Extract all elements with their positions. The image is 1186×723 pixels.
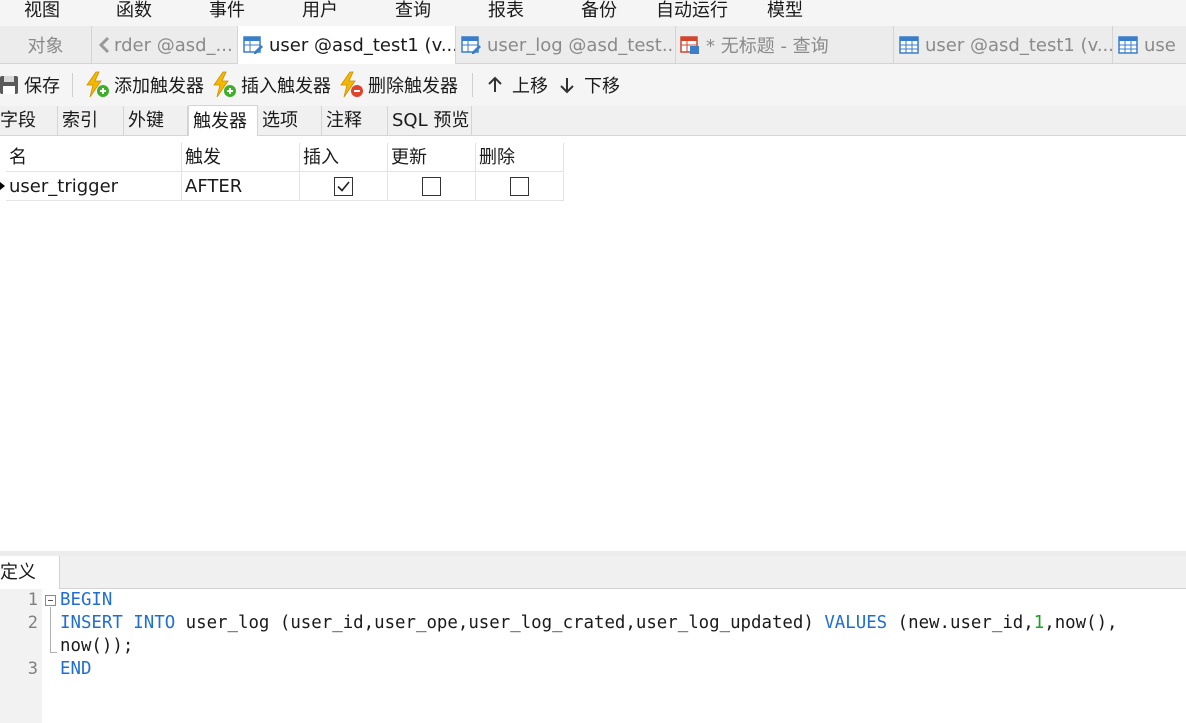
toolbar-divider (472, 73, 473, 97)
tab-untitled-query-label: * 无标题 - 查询 (706, 36, 829, 57)
menu-functions[interactable]: 函数 (116, 0, 152, 22)
tab-untitled-query[interactable]: * 无标题 - 查询 (676, 26, 894, 64)
fold-collapse-icon[interactable] (45, 595, 56, 606)
table-icon (899, 36, 919, 54)
column-header-timing[interactable]: 触发 (182, 143, 300, 172)
column-header-delete[interactable]: 删除 (476, 143, 564, 172)
keyword-values: VALUES (824, 613, 888, 633)
code-line-insert: INSERT INTO user_log (user_id,user_ope,u… (60, 612, 1118, 635)
tab-user-3-label: use (1144, 34, 1176, 56)
move-up-button[interactable]: 上移 (486, 64, 548, 106)
move-down-label: 下移 (584, 76, 620, 97)
insert-checkbox[interactable] (334, 177, 353, 196)
move-up-label: 上移 (512, 76, 548, 97)
line-number-gutter: 1 2 3 (0, 589, 42, 723)
code-line-wrap: now()); (60, 636, 134, 656)
tab-user-log[interactable]: user_log @asd_test... (456, 26, 676, 64)
table-icon (1118, 36, 1138, 54)
tab-indexes[interactable]: 索引 (58, 106, 124, 136)
chevron-left-icon[interactable] (98, 35, 112, 55)
fold-guide-end (50, 652, 57, 653)
tab-fields[interactable]: 字段 (0, 106, 58, 136)
delete-cell (476, 172, 564, 201)
code-line-begin: BEGIN (60, 590, 113, 610)
menu-bar: 视图 函数 事件 用户 查询 报表 备份 自动运行 模型 (0, 0, 1186, 26)
tab-order[interactable]: rder @asd_... (92, 26, 238, 64)
current-row-marker-icon (0, 182, 5, 190)
query-icon (680, 36, 699, 54)
line-number: 3 (27, 659, 38, 679)
save-label: 保存 (24, 76, 60, 97)
menu-events[interactable]: 事件 (209, 0, 245, 22)
insert-trigger-label: 插入触发器 (241, 76, 331, 97)
tab-comments[interactable]: 注释 (322, 106, 388, 136)
column-header-update[interactable]: 更新 (388, 143, 476, 172)
column-header-name[interactable]: 名 (6, 143, 182, 172)
fold-guide (50, 607, 51, 653)
tab-order-label: rder @asd_... (114, 34, 233, 56)
tab-options[interactable]: 选项 (258, 106, 322, 136)
code-values-start: (new.user_id, (887, 613, 1034, 633)
code-values-end: ,now(), (1044, 613, 1118, 633)
tab-user-active-label: user @asd_test1 (v... (269, 34, 456, 56)
toolbar-divider (72, 73, 73, 97)
trigger-timing-cell[interactable]: AFTER (182, 172, 300, 201)
menu-query[interactable]: 查询 (395, 0, 431, 22)
tab-user-2-label: user @asd_test1 (v... (925, 34, 1113, 56)
menu-users[interactable]: 用户 (302, 0, 338, 22)
tab-objects[interactable]: 对象 (0, 26, 92, 64)
definition-tab-bar: 定义 (0, 556, 1186, 589)
toolbar: 保存 添加触发器 插入触发器 删除触发器 上移 下移 (0, 64, 1186, 106)
check-icon (337, 181, 350, 192)
arrow-down-icon (560, 78, 574, 94)
save-button[interactable]: 保存 (0, 64, 60, 106)
menu-model[interactable]: 模型 (767, 0, 803, 22)
line-number: 1 (27, 590, 38, 610)
column-header-insert[interactable]: 插入 (300, 143, 388, 172)
grid-header-row: 名 触发 插入 更新 删除 (0, 143, 564, 172)
menu-automation[interactable]: 自动运行 (656, 0, 728, 22)
tab-objects-label: 对象 (27, 36, 64, 57)
update-cell (388, 172, 476, 201)
add-trigger-button[interactable]: 添加触发器 (84, 64, 204, 106)
keyword-insert-into: INSERT INTO (60, 613, 176, 633)
document-tab-bar: 对象 rder @asd_... user @asd_test1 (v... u… (0, 26, 1186, 64)
tab-user-2[interactable]: user @asd_test1 (v... (894, 26, 1113, 64)
arrow-up-icon (488, 76, 502, 92)
add-trigger-label: 添加触发器 (114, 76, 204, 97)
tab-sql-preview[interactable]: SQL 预览 (388, 106, 472, 136)
delete-checkbox[interactable] (510, 177, 529, 196)
code-table-columns: user_log (user_id,user_ope,user_log_crat… (175, 613, 825, 633)
trigger-delete-icon (340, 71, 363, 98)
code-line-end: END (60, 659, 92, 679)
tab-user-3[interactable]: use (1113, 26, 1186, 64)
tab-definition[interactable]: 定义 (0, 556, 60, 589)
menu-reports[interactable]: 报表 (488, 0, 524, 22)
tab-user-active[interactable]: user @asd_test1 (v... (238, 26, 456, 64)
trigger-name-cell[interactable]: user_trigger (6, 172, 182, 201)
delete-trigger-label: 删除触发器 (368, 76, 458, 97)
insert-trigger-button[interactable]: 插入触发器 (211, 64, 331, 106)
update-checkbox[interactable] (422, 177, 441, 196)
tab-user-log-label: user_log @asd_test... (487, 34, 676, 56)
trigger-insert-icon (213, 71, 236, 98)
delete-trigger-button[interactable]: 删除触发器 (338, 64, 458, 106)
code-editor[interactable]: 1 2 3 BEGIN INSERT INTO user_log (user_i… (0, 589, 1186, 723)
tab-foreign-keys[interactable]: 外键 (124, 106, 188, 136)
table-edit-icon (461, 36, 481, 54)
line-number: 2 (27, 613, 38, 633)
code-number-literal: 1 (1033, 613, 1045, 633)
menu-backup[interactable]: 备份 (581, 0, 617, 22)
table-row[interactable]: user_trigger AFTER (0, 172, 564, 201)
table-edit-icon (243, 36, 263, 54)
insert-cell (300, 172, 388, 201)
designer-tabs: 字段 索引 外键 触发器 选项 注释 SQL 预览 (0, 105, 1186, 136)
trigger-add-icon (86, 71, 109, 98)
tab-triggers[interactable]: 触发器 (188, 105, 258, 136)
move-down-button[interactable]: 下移 (558, 64, 620, 106)
save-icon (0, 76, 18, 94)
menu-view[interactable]: 视图 (24, 0, 60, 22)
